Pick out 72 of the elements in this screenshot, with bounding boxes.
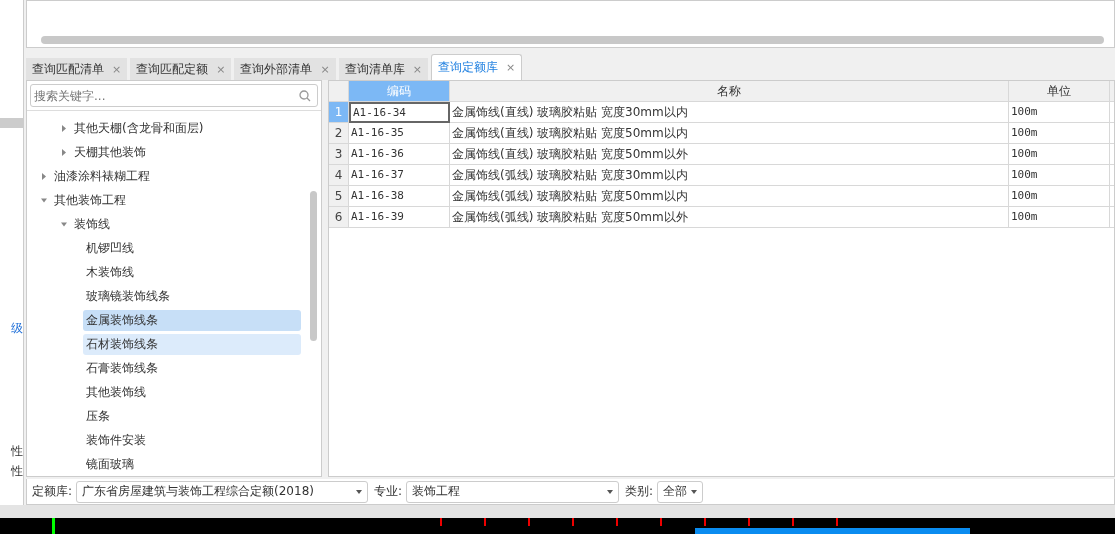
tab-label: 查询清单库 <box>344 60 405 78</box>
dropdown[interactable]: 广东省房屋建筑与装饰工程综合定额(2018) <box>76 480 369 503</box>
scrollbar[interactable] <box>310 191 317 342</box>
search-field[interactable]: 搜索关键字... <box>30 84 318 108</box>
tree-item[interactable]: 石材装饰线条 <box>83 333 301 355</box>
tree-item[interactable]: 其他装饰工程 <box>51 189 129 211</box>
cell-text: 级 <box>10 320 23 337</box>
row-number[interactable]: 3 <box>329 144 349 166</box>
tree-item[interactable]: 压条 <box>83 405 301 427</box>
dropdown[interactable]: 装饰工程 <box>406 480 620 503</box>
search-icon[interactable] <box>299 90 311 103</box>
tree-item[interactable]: 其他天棚(含龙骨和面层) <box>71 117 207 139</box>
expand-arrow-icon[interactable] <box>61 124 67 132</box>
table-cell: A1-16-37 <box>349 165 450 187</box>
cell-text: 性 <box>10 443 23 460</box>
expand-arrow-icon[interactable] <box>41 172 47 180</box>
tree-item[interactable]: 其他装饰线 <box>83 381 301 403</box>
table-cell: 100m <box>1009 165 1110 187</box>
table-cell: 金属饰线(直线) 玻璃胶粘贴 宽度50mm以外 <box>450 144 1009 166</box>
expand-arrow-icon[interactable] <box>61 220 67 228</box>
close-icon[interactable]: × <box>505 61 516 75</box>
cell-text: 性 <box>10 463 23 480</box>
caret-icon <box>607 489 614 494</box>
tree-item[interactable]: 装饰件安装 <box>83 429 301 451</box>
filter-label: 专业: <box>374 483 403 501</box>
table-cell: A1-16-34 <box>349 102 450 124</box>
tree-item[interactable]: 装饰线 <box>71 213 113 235</box>
scrollbar[interactable] <box>41 36 1104 45</box>
table-cell: 金属饰线(弧线) 玻璃胶粘贴 宽度50mm以外 <box>450 207 1009 229</box>
table-cell: A1-16-36 <box>349 144 450 166</box>
caret-icon <box>691 489 698 494</box>
filter-label: 类别: <box>625 483 654 501</box>
tab-label: 查询定额库 <box>437 59 498 77</box>
tab-label: 查询匹配清单 <box>32 60 104 78</box>
tree-item[interactable]: 木装饰线 <box>83 261 301 283</box>
dropdown[interactable]: 全部 <box>657 480 704 503</box>
table-cell: 100m <box>1009 123 1110 145</box>
table-cell: 100m <box>1009 207 1110 229</box>
table-cell: 金属饰线(弧线) 玻璃胶粘贴 宽度50mm以内 <box>450 186 1009 208</box>
tree-item[interactable]: 金属装饰线条 <box>83 309 301 331</box>
table-cell: 金属饰线(弧线) 玻璃胶粘贴 宽度30mm以内 <box>450 165 1009 187</box>
row-number[interactable]: 2 <box>329 123 349 145</box>
expand-arrow-icon[interactable] <box>41 196 47 204</box>
table-cell: 金属饰线(直线) 玻璃胶粘贴 宽度30mm以内 <box>450 102 1009 124</box>
row-number[interactable]: 6 <box>329 207 349 229</box>
row-number[interactable]: 4 <box>329 165 349 187</box>
tree-item[interactable]: 石膏装饰线条 <box>83 357 301 379</box>
table-cell: A1-16-35 <box>349 123 450 145</box>
tree-item[interactable]: 玻璃镜装饰线条 <box>83 285 301 307</box>
caret-icon <box>356 489 363 494</box>
tab[interactable]: 查询清单库 × <box>338 58 428 81</box>
table-cell: 金属饰线(直线) 玻璃胶粘贴 宽度50mm以内 <box>450 123 1009 145</box>
tab[interactable]: 查询定额库 × <box>430 54 523 81</box>
tab-label: 查询外部清单 <box>240 60 313 78</box>
table-cell: A1-16-38 <box>349 186 450 208</box>
row-number[interactable]: 5 <box>329 186 349 208</box>
column-header[interactable]: 单位 <box>1009 81 1110 103</box>
filter-label: 定额库: <box>32 483 73 501</box>
expand-arrow-icon[interactable] <box>61 148 67 156</box>
table-cell: 100m <box>1009 144 1110 166</box>
tab[interactable]: 查询外部清单 × <box>234 58 336 81</box>
tab[interactable]: 查询匹配定额 × <box>130 58 232 81</box>
table-cell: 100m <box>1009 102 1110 124</box>
column-header[interactable]: 名称 <box>450 81 1009 103</box>
table-cell: 100m <box>1009 186 1110 208</box>
tree-item[interactable]: 天棚其他装饰 <box>71 141 149 163</box>
tab[interactable]: 查询匹配清单 × <box>26 58 128 81</box>
tree-item[interactable]: 机锣凹线 <box>83 237 301 259</box>
tree-item[interactable]: 镜面玻璃 <box>83 453 301 475</box>
tree-item[interactable]: 油漆涂料裱糊工程 <box>51 165 153 187</box>
table-cell: A1-16-39 <box>349 207 450 229</box>
tab-label: 查询匹配定额 <box>136 60 209 78</box>
